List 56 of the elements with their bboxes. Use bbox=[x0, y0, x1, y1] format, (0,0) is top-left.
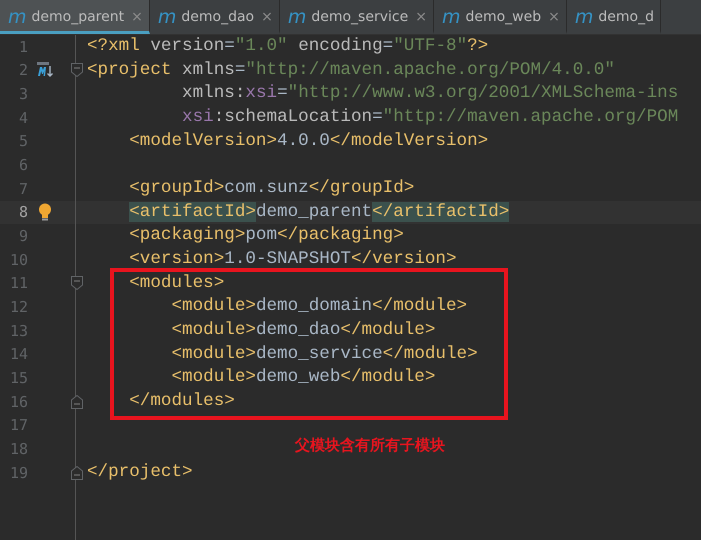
tab-label: demo_parent bbox=[32, 9, 124, 25]
line-number: 1 bbox=[18, 38, 29, 56]
lightbulb-icon[interactable] bbox=[38, 203, 52, 222]
line-number: 11 bbox=[8, 274, 29, 292]
maven-module-icon: m bbox=[574, 8, 594, 26]
code-line: <artifactId>demo_parent</artifactId> bbox=[128, 200, 510, 224]
code-line: xsi:schemaLocation="http://maven.apache.org/POM bbox=[181, 106, 680, 129]
line-number: 16 bbox=[8, 392, 29, 411]
line-number: 15 bbox=[8, 369, 29, 388]
maven-module-icon: m bbox=[8, 8, 27, 26]
fold-end-marker-icon[interactable] bbox=[71, 394, 83, 409]
maven-module-icon: m bbox=[442, 8, 460, 26]
line-number: 12 bbox=[8, 298, 29, 316]
line-number: 7 bbox=[18, 180, 29, 198]
tab-label: demo_service bbox=[311, 9, 408, 25]
tab-label: demo_dao bbox=[181, 9, 254, 25]
line-number: 10 bbox=[8, 250, 29, 269]
close-icon[interactable]: × bbox=[415, 9, 427, 25]
fold-end-marker-icon[interactable] bbox=[71, 466, 83, 480]
annotation-text: 父模块含有所有子模块 bbox=[295, 436, 445, 455]
line-number: 17 bbox=[8, 416, 29, 434]
line-number: 9 bbox=[18, 227, 29, 246]
file-tab[interactable]: m demo_parent × bbox=[0, 0, 150, 34]
line-number: 18 bbox=[8, 440, 29, 458]
line-number: 6 bbox=[18, 156, 29, 174]
close-icon[interactable]: × bbox=[548, 9, 560, 25]
fold-marker-icon[interactable] bbox=[71, 63, 83, 78]
code-line: <modelVersion>4.0.0</modelVersion> bbox=[128, 130, 490, 153]
maven-module-icon: m bbox=[288, 8, 306, 26]
code-line: <module>demo_dao</module> bbox=[170, 318, 436, 342]
fold-marker-icon[interactable] bbox=[71, 276, 83, 290]
line-number: 4 bbox=[18, 108, 29, 127]
code-line: <module>demo_web</module> bbox=[170, 366, 436, 390]
code-line: <module>demo_service</module> bbox=[170, 342, 479, 366]
code-line: <modules> bbox=[128, 272, 226, 295]
code-line: <version>1.0-SNAPSHOT</version> bbox=[128, 248, 458, 271]
line-number: 19 bbox=[8, 464, 29, 482]
line-number: 13 bbox=[8, 322, 29, 340]
code-line: <?xml version="1.0" encoding="UTF-8"?> bbox=[87, 35, 490, 58]
maven-module-icon: m bbox=[158, 8, 176, 26]
line-number: 3 bbox=[18, 85, 29, 104]
line-number: 14 bbox=[8, 345, 29, 364]
code-line: </modules> bbox=[128, 390, 236, 413]
tab-label: demo_web bbox=[465, 9, 542, 25]
line-number: 2 bbox=[18, 61, 29, 80]
code-line: </project> bbox=[87, 460, 194, 484]
line-number: 5 bbox=[18, 132, 29, 150]
code-line: <module>demo_domain</module> bbox=[170, 295, 468, 318]
tab-label: demo_d bbox=[598, 9, 654, 25]
code-line: <project xmlns="http://maven.apache.org/POM/4.0.0" bbox=[87, 58, 616, 82]
code-line: <groupId>com.sunz</groupId> bbox=[128, 176, 416, 200]
code-line: xmlns:xsi="http://www.w3.org/2001/XMLSchema-ins bbox=[181, 82, 680, 106]
code-line: <packaging>pom</packaging> bbox=[128, 224, 405, 248]
line-number: 8 bbox=[18, 203, 29, 222]
close-icon[interactable]: × bbox=[261, 9, 273, 25]
close-icon[interactable]: × bbox=[131, 9, 143, 25]
